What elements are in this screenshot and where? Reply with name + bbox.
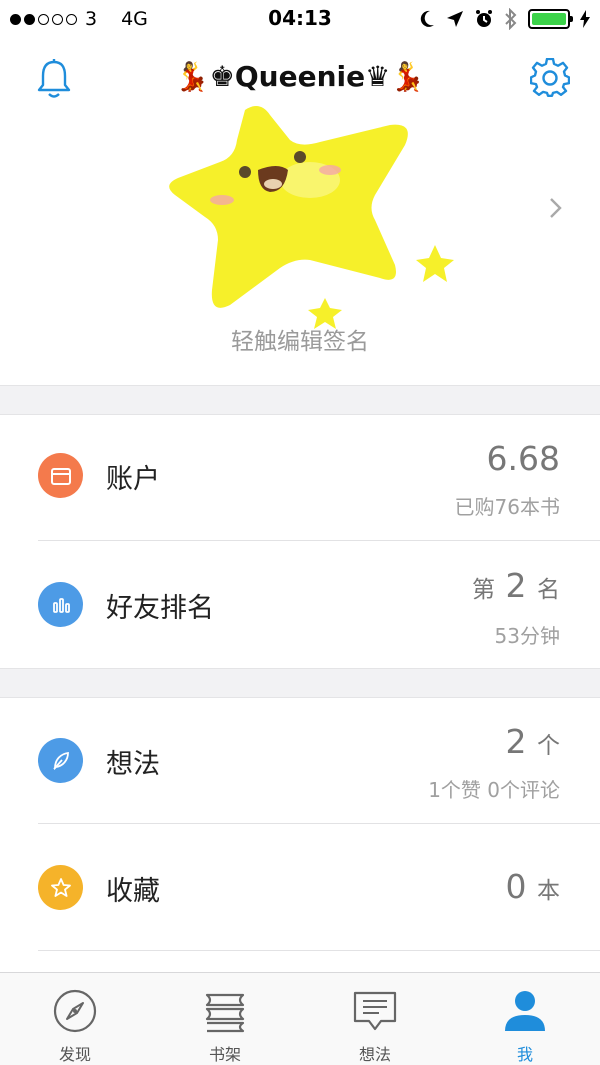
feather-icon — [38, 738, 83, 783]
wallet-icon — [38, 453, 83, 498]
tab-me[interactable]: 我 — [450, 973, 600, 1065]
signature-placeholder[interactable]: 轻触编辑签名 — [0, 322, 600, 356]
profile-section[interactable]: 轻触编辑签名 — [0, 100, 600, 385]
star-icon — [38, 865, 83, 910]
row-divider — [38, 950, 600, 951]
account-row[interactable]: 账户 6.68 已购76本书 — [0, 415, 600, 541]
battery-icon — [528, 9, 573, 29]
thoughts-row[interactable]: 想法 2 个 1个赞 0个评论 — [0, 698, 600, 824]
bluetooth-icon — [505, 8, 517, 30]
purchased-books-count: 已购76本书 — [454, 495, 560, 519]
tab-thoughts[interactable]: 想法 — [300, 973, 450, 1065]
comment-icon — [353, 991, 397, 1031]
status-bar: 3 4G 04:13 — [0, 0, 600, 40]
tab-discover[interactable]: 发现 — [0, 973, 150, 1065]
ranking-prefix: 第 — [472, 577, 495, 603]
likes-comments-count: 1个赞 0个评论 — [428, 778, 560, 802]
account-label: 账户 — [106, 464, 160, 495]
friend-ranking-value: 第 2 名 — [472, 566, 560, 605]
favorites-number: 0 — [505, 867, 527, 906]
friend-ranking-row[interactable]: 好友排名 第 2 名 53分钟 — [0, 542, 600, 668]
tab-label: 想法 — [358, 1045, 391, 1064]
person-icon — [505, 991, 545, 1031]
avatar[interactable] — [160, 100, 460, 330]
ranking-number: 2 — [505, 566, 527, 605]
section-divider — [0, 385, 600, 415]
status-right — [418, 8, 590, 30]
favorites-count: 0 本 — [506, 867, 561, 906]
thoughts-number: 2 — [505, 722, 527, 761]
tab-label: 书架 — [208, 1045, 241, 1064]
location-arrow-icon — [447, 11, 463, 27]
friend-ranking-label: 好友排名 — [106, 593, 214, 624]
account-balance: 6.68 — [486, 439, 560, 478]
section-divider — [0, 668, 600, 698]
compass-icon — [53, 989, 97, 1033]
tab-label: 发现 — [58, 1045, 91, 1064]
username: 💃♚Queenie♛💃 — [174, 60, 426, 93]
reading-time: 53分钟 — [494, 624, 560, 648]
chevron-right-icon[interactable] — [548, 196, 564, 220]
tab-bookshelf[interactable]: 书架 — [150, 973, 300, 1065]
favorites-unit: 本 — [537, 878, 560, 904]
gear-icon[interactable] — [530, 58, 570, 98]
tab-bar: 发现 书架 想法 我 — [0, 972, 600, 1065]
thoughts-label: 想法 — [106, 749, 160, 780]
bookshelf-icon — [205, 993, 245, 1033]
favorites-row[interactable]: 收藏 0 本 — [0, 825, 600, 951]
moon-icon — [420, 10, 434, 27]
row-divider — [38, 540, 600, 541]
ranking-suffix: 名 — [537, 577, 560, 603]
row-divider — [38, 823, 600, 824]
favorites-label: 收藏 — [106, 876, 160, 907]
charging-icon — [580, 10, 590, 28]
thoughts-unit: 个 — [537, 733, 560, 759]
tab-label: 我 — [516, 1045, 533, 1064]
bar-chart-icon — [38, 582, 83, 627]
thoughts-count: 2 个 — [506, 722, 561, 761]
alarm-icon — [476, 10, 492, 27]
